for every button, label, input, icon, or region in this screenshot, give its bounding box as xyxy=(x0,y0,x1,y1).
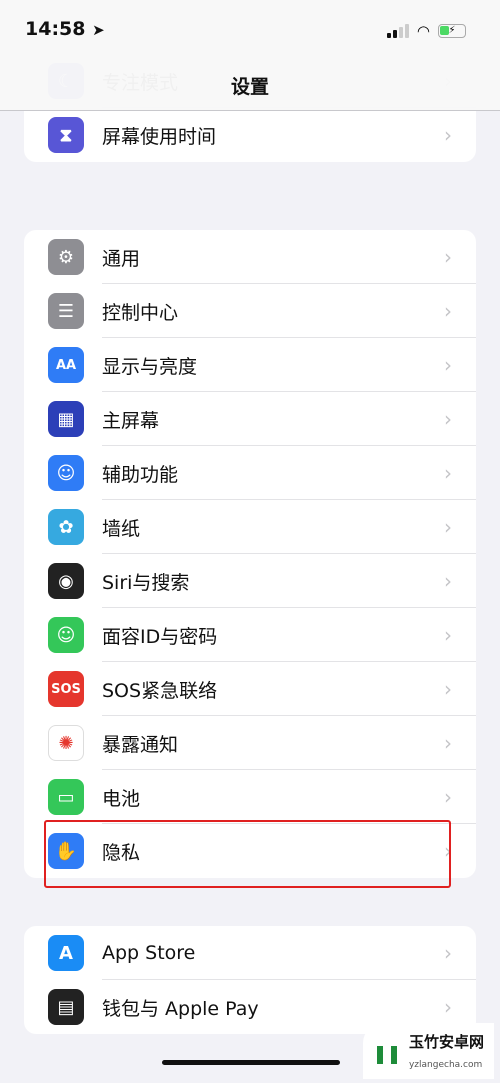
chevron-right-icon: › xyxy=(444,299,452,323)
settings-row[interactable]: ▦ 主屏幕 › xyxy=(24,392,476,446)
gear-icon: ⚙ xyxy=(48,239,84,275)
watermark: 玉竹安卓网 yzlangecha.com xyxy=(362,1023,494,1079)
navigation-bar: 14:58 ➤ ◠ ⚡ 设置 xyxy=(0,0,500,111)
wallet-icon: ▤ xyxy=(48,989,84,1025)
chevron-right-icon: › xyxy=(444,569,452,593)
exposure-icon: ✺ xyxy=(48,725,84,761)
settings-row[interactable]: ✿ 墙纸 › xyxy=(24,500,476,554)
settings-row[interactable]: ☺ 面容ID与密码 › xyxy=(24,608,476,662)
battery-icon: ▭ xyxy=(48,779,84,815)
chevron-right-icon: › xyxy=(444,123,452,147)
row-label: 控制中心 xyxy=(102,301,179,324)
signal-icon xyxy=(386,24,409,38)
settings-row[interactable]: ✺ 暴露通知 › xyxy=(24,716,476,770)
settings-row[interactable]: ▭ 电池 › xyxy=(24,770,476,824)
chevron-right-icon: › xyxy=(444,785,452,809)
flower-icon: ✿ xyxy=(48,509,84,545)
row-label: 主屏幕 xyxy=(102,409,160,432)
settings-row[interactable]: ☰ 控制中心 › xyxy=(24,284,476,338)
chevron-right-icon: › xyxy=(444,941,452,965)
chevron-right-icon: › xyxy=(444,245,452,269)
status-time: 14:58 ➤ xyxy=(25,18,105,40)
settings-row[interactable]: A App Store › xyxy=(24,926,476,980)
chevron-right-icon: › xyxy=(444,623,452,647)
siri-icon: ◉ xyxy=(48,563,84,599)
chevron-right-icon: › xyxy=(444,677,452,701)
row-label: 暴露通知 xyxy=(102,733,179,756)
hourglass-icon: ⧗ xyxy=(48,117,84,153)
row-label: 墙纸 xyxy=(102,517,141,540)
settings-row[interactable]: ⚙ 通用 › xyxy=(24,230,476,284)
row-label: 钱包与 Apple Pay xyxy=(102,997,259,1020)
accessibility-icon: ☺ xyxy=(48,455,84,491)
status-icons: ◠ ⚡ xyxy=(386,22,466,40)
row-label: 显示与亮度 xyxy=(102,355,198,378)
watermark-url: yzlangecha.com xyxy=(408,1060,483,1070)
time-text: 14:58 xyxy=(25,18,86,40)
row-label: App Store xyxy=(102,942,196,964)
chevron-right-icon: › xyxy=(444,353,452,377)
page-title: 设置 xyxy=(230,76,269,98)
row-label: 屏幕使用时间 xyxy=(102,125,217,148)
row-label: Siri与搜索 xyxy=(102,571,190,594)
row-label: 电池 xyxy=(102,787,141,810)
chevron-right-icon: › xyxy=(444,515,452,539)
settings-row[interactable]: ◉ Siri与搜索 › xyxy=(24,554,476,608)
battery-icon: ⚡ xyxy=(438,24,466,38)
highlight-box xyxy=(44,820,451,888)
home-indicator[interactable] xyxy=(162,1060,340,1065)
sos-icon: SOS xyxy=(48,671,84,707)
watermark-logo xyxy=(373,1038,403,1064)
face-id-icon: ☺ xyxy=(48,617,84,653)
text-size-icon: AA xyxy=(48,347,84,383)
wifi-icon: ◠ xyxy=(416,22,430,40)
settings-group: A App Store › ▤ 钱包与 Apple Pay › xyxy=(24,926,476,1034)
row-label: SOS紧急联络 xyxy=(102,679,218,702)
chevron-right-icon: › xyxy=(444,995,452,1019)
settings-row[interactable]: SOS SOS紧急联络 › xyxy=(24,662,476,716)
toggles-icon: ☰ xyxy=(48,293,84,329)
home-grid-icon: ▦ xyxy=(48,401,84,437)
settings-group: ⚙ 通用 › ☰ 控制中心 › AA 显示与亮度 › ▦ 主屏幕 › ☺ 辅助功能 › ✿… xyxy=(24,230,476,878)
app-store-icon: A xyxy=(48,935,84,971)
row-label: 辅助功能 xyxy=(102,463,179,486)
chevron-right-icon: › xyxy=(444,407,452,431)
chevron-right-icon: › xyxy=(444,731,452,755)
settings-row[interactable]: ⧗ 屏幕使用时间 › xyxy=(24,108,476,162)
location-arrow-icon: ➤ xyxy=(92,21,105,39)
settings-row[interactable]: AA 显示与亮度 › xyxy=(24,338,476,392)
settings-row[interactable]: ☺ 辅助功能 › xyxy=(24,446,476,500)
chevron-right-icon: › xyxy=(444,461,452,485)
row-label: 面容ID与密码 xyxy=(102,625,218,648)
watermark-name: 玉竹安卓网 xyxy=(408,1033,484,1051)
row-label: 通用 xyxy=(102,247,141,270)
